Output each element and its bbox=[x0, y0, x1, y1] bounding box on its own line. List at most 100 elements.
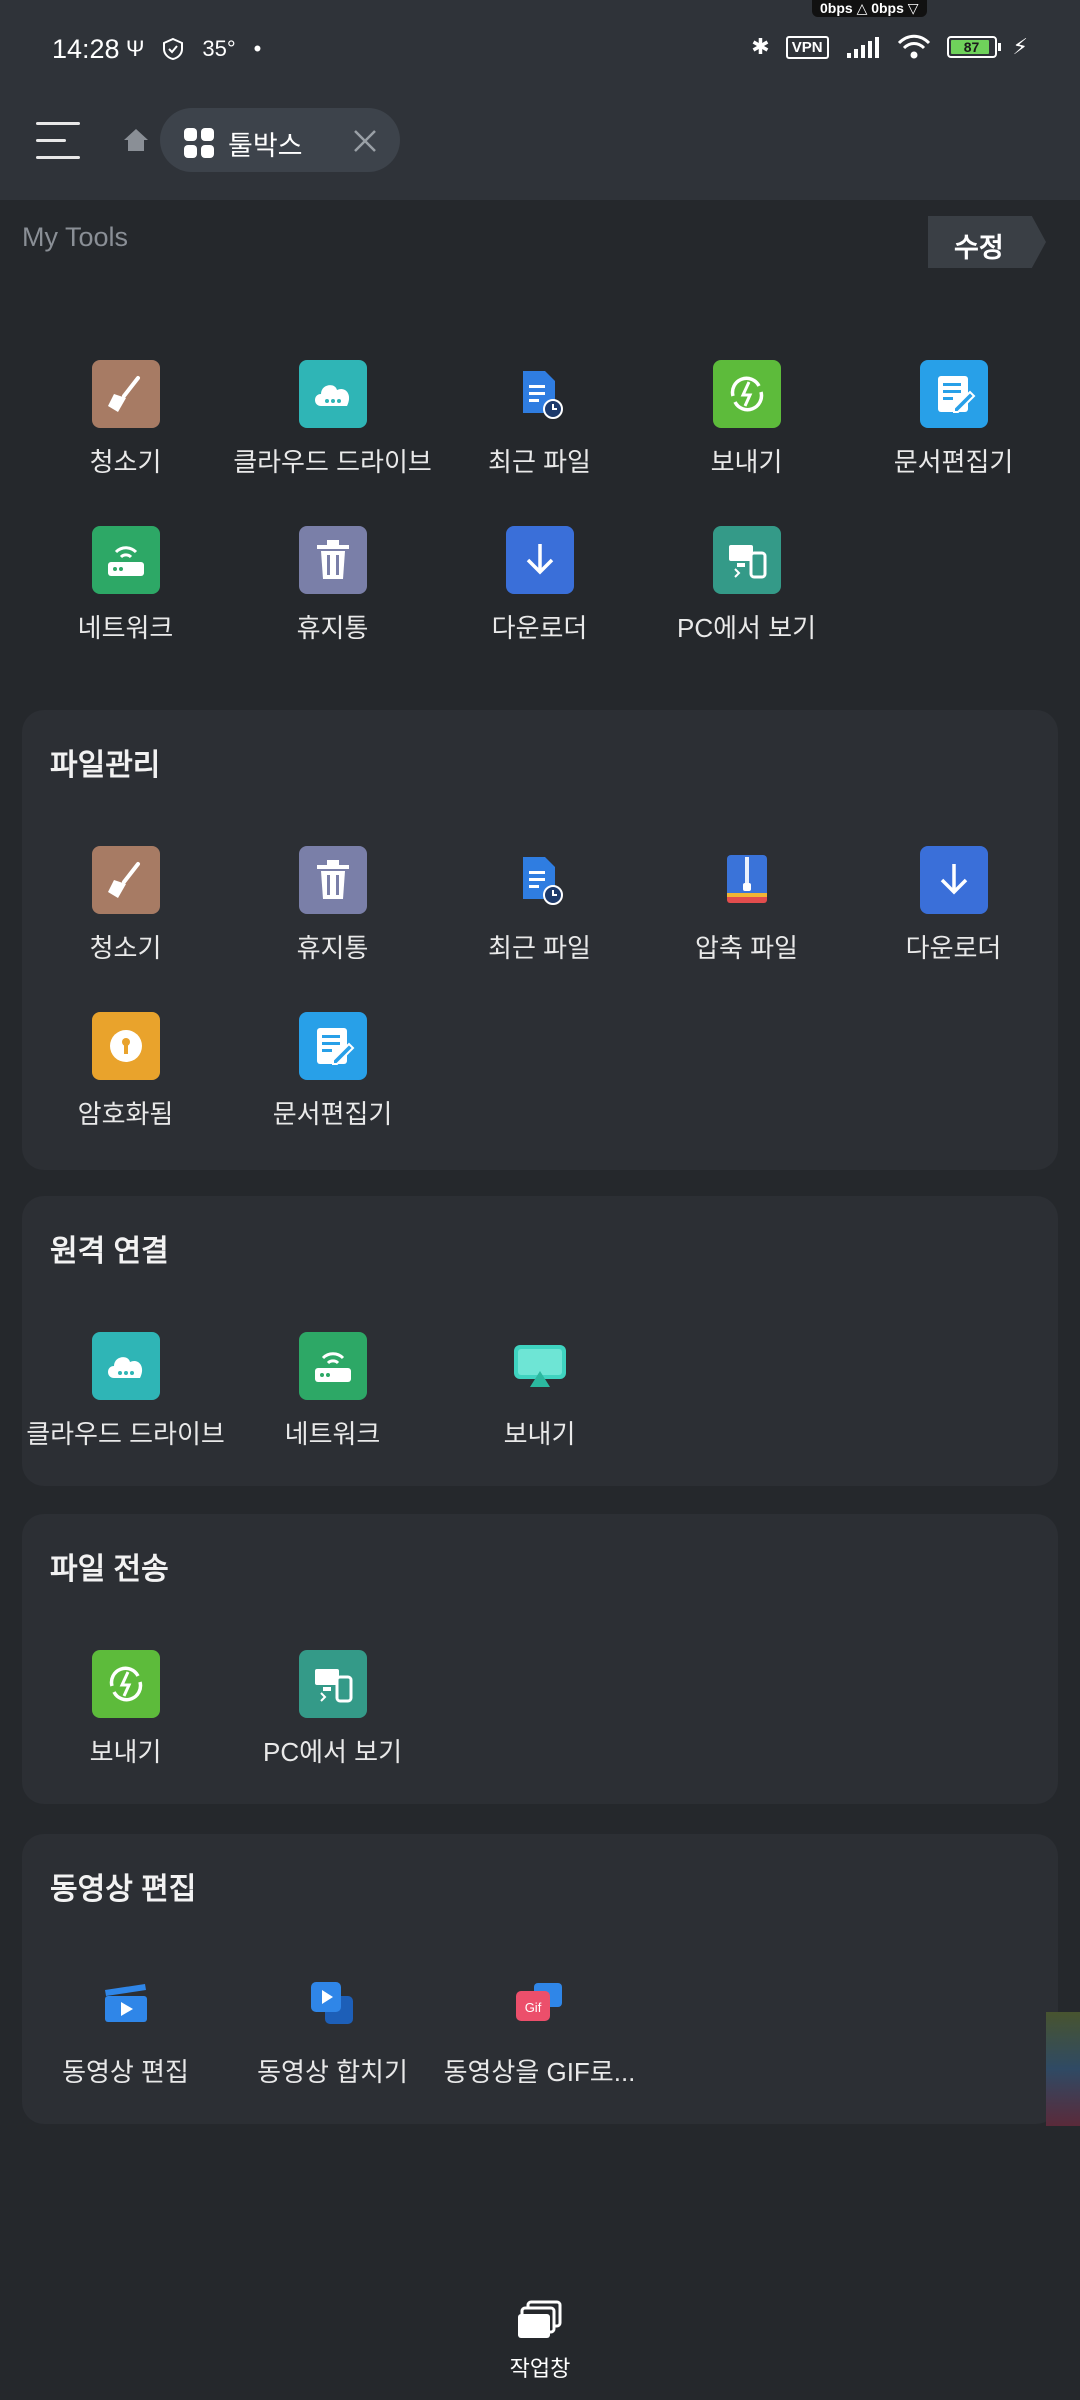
bluetooth-icon: ✱ bbox=[751, 34, 770, 59]
usb-icon: Ψ bbox=[126, 36, 145, 61]
tool-cloud[interactable]: 클라우드 드라이브 bbox=[229, 360, 436, 526]
cast-icon bbox=[506, 1332, 574, 1400]
tool-broom[interactable]: 청소기 bbox=[22, 846, 229, 1012]
recent-file-icon bbox=[506, 846, 574, 914]
download-icon bbox=[919, 846, 988, 914]
section-title: 파일 전송 bbox=[50, 1553, 169, 1586]
temperature: 35° bbox=[202, 36, 236, 61]
tool-label: 네트워크 bbox=[77, 613, 174, 643]
section-remote-connection: 원격 연결 클라우드 드라이브 네트워크 보내기 bbox=[22, 1196, 1058, 1486]
home-icon[interactable] bbox=[122, 126, 150, 154]
tool-network[interactable]: 네트워크 bbox=[22, 526, 229, 692]
windows-stack-icon bbox=[518, 2300, 562, 2338]
video-edit-icon bbox=[92, 1970, 160, 2038]
tool-label: 보내기 bbox=[503, 1419, 576, 1449]
lock-icon bbox=[91, 1012, 160, 1080]
tool-label: 암호화됨 bbox=[77, 1099, 174, 1129]
section-video-edit: 동영상 편집 동영상 편집 동영상 합치기 Gif 동영상을 GIF로... bbox=[22, 1834, 1058, 2124]
tool-label: 클라우드 드라이브 bbox=[233, 447, 432, 477]
section-grid: 클라우드 드라이브 네트워크 보내기 bbox=[22, 1332, 1057, 1498]
video-merge-icon bbox=[299, 1970, 367, 2038]
tool-cast[interactable]: 보내기 bbox=[436, 1332, 643, 1498]
status-right-icons: ✱ VPN 87 ⚡ bbox=[751, 34, 1028, 60]
edit-button[interactable]: 수정 bbox=[928, 216, 1046, 268]
network-icon bbox=[91, 526, 160, 594]
send-icon bbox=[91, 1650, 160, 1718]
download-icon bbox=[505, 526, 574, 594]
cloud-icon bbox=[91, 1332, 160, 1400]
tool-label: 휴지통 bbox=[296, 933, 369, 963]
tool-label: 최근 파일 bbox=[488, 933, 591, 963]
tool-zip[interactable]: 압축 파일 bbox=[643, 846, 850, 1012]
tab-toolbox[interactable]: 툴박스 bbox=[160, 108, 400, 172]
tool-recent-file[interactable]: 최근 파일 bbox=[436, 360, 643, 526]
broom-icon bbox=[91, 360, 160, 428]
status-time: 14:28 bbox=[52, 34, 120, 64]
tab-label: 툴박스 bbox=[228, 131, 303, 161]
network-icon bbox=[298, 1332, 367, 1400]
svg-text:Gif: Gif bbox=[524, 2000, 541, 2015]
my-tools-title: My Tools bbox=[22, 222, 129, 252]
tool-label: PC에서 보기 bbox=[262, 1737, 403, 1767]
section-file-management: 파일관리 청소기 휴지통 최근 파일 압축 파일 다운로더 암호화됨 문서편집기 bbox=[22, 710, 1058, 1170]
tool-lock[interactable]: 암호화됨 bbox=[22, 1012, 229, 1178]
close-icon[interactable] bbox=[352, 128, 378, 154]
tool-label: 문서편집기 bbox=[272, 1099, 393, 1129]
tool-label: 동영상 합치기 bbox=[257, 2057, 408, 2087]
cloud-icon bbox=[298, 360, 367, 428]
trash-icon bbox=[298, 526, 367, 594]
tool-send[interactable]: 보내기 bbox=[643, 360, 850, 526]
section-grid: 청소기 휴지통 최근 파일 압축 파일 다운로더암호화됨 문서편집기 bbox=[22, 846, 1057, 1178]
menu-icon[interactable] bbox=[36, 122, 80, 162]
net-speed: 0bps △ 0bps ▽ bbox=[812, 0, 927, 17]
tool-label: 압축 파일 bbox=[695, 933, 798, 963]
tool-label: 휴지통 bbox=[296, 613, 369, 643]
tool-gif[interactable]: Gif 동영상을 GIF로... bbox=[436, 1970, 643, 2136]
grid-icon bbox=[184, 128, 214, 158]
tool-label: 다운로더 bbox=[491, 613, 588, 643]
document-editor-icon bbox=[298, 1012, 367, 1080]
broom-icon bbox=[91, 846, 160, 914]
status-left-icons: Ψ 35° • bbox=[126, 36, 261, 62]
tool-label: 문서편집기 bbox=[893, 447, 1014, 477]
side-handle[interactable] bbox=[1046, 2012, 1080, 2126]
shield-icon bbox=[163, 37, 184, 61]
tool-video-edit[interactable]: 동영상 편집 bbox=[22, 1970, 229, 2136]
tool-recent-file[interactable]: 최근 파일 bbox=[436, 846, 643, 1012]
task-window-label: 작업창 bbox=[509, 2356, 571, 2381]
battery-icon: 87 bbox=[946, 36, 1001, 58]
tool-document-editor[interactable]: 문서편집기 bbox=[850, 360, 1057, 526]
task-window-button[interactable]: 작업창 bbox=[490, 2300, 590, 2383]
gif-icon: Gif bbox=[506, 1970, 574, 2038]
send-icon bbox=[712, 360, 781, 428]
tool-download[interactable]: 다운로더 bbox=[850, 846, 1057, 1012]
section-grid: 보내기 PC에서 보기 bbox=[22, 1650, 1057, 1816]
tool-broom[interactable]: 청소기 bbox=[22, 360, 229, 526]
tool-label: 동영상을 GIF로... bbox=[443, 2057, 636, 2087]
tool-send[interactable]: 보내기 bbox=[22, 1650, 229, 1816]
tool-cloud[interactable]: 클라우드 드라이브 bbox=[22, 1332, 229, 1498]
tool-trash[interactable]: 휴지통 bbox=[229, 526, 436, 692]
trash-icon bbox=[298, 846, 367, 914]
document-editor-icon bbox=[919, 360, 988, 428]
tool-label: 동영상 편집 bbox=[62, 2057, 189, 2087]
tool-pc-view[interactable]: PC에서 보기 bbox=[643, 526, 850, 692]
tool-download[interactable]: 다운로더 bbox=[436, 526, 643, 692]
recent-file-icon bbox=[506, 360, 574, 428]
tool-document-editor[interactable]: 문서편집기 bbox=[229, 1012, 436, 1178]
tool-pc-view[interactable]: PC에서 보기 bbox=[229, 1650, 436, 1816]
section-grid: 동영상 편집 동영상 합치기 Gif 동영상을 GIF로... bbox=[22, 1970, 1057, 2136]
tool-label: 클라우드 드라이브 bbox=[26, 1419, 225, 1449]
tool-label: 청소기 bbox=[89, 933, 162, 963]
tool-label: 청소기 bbox=[89, 447, 162, 477]
tool-trash[interactable]: 휴지통 bbox=[229, 846, 436, 1012]
status-bar: 0bps △ 0bps ▽ 14:28 Ψ 35° • ✱ VPN 87 ⚡ bbox=[0, 0, 1080, 100]
section-file-transfer: 파일 전송 보내기 PC에서 보기 bbox=[22, 1514, 1058, 1804]
tool-label: PC에서 보기 bbox=[676, 613, 817, 643]
vpn-badge: VPN bbox=[785, 35, 829, 59]
tool-label: 보내기 bbox=[89, 1737, 162, 1767]
top-bar: 툴박스 bbox=[0, 100, 1080, 200]
signal-icon bbox=[846, 37, 879, 58]
tool-network[interactable]: 네트워크 bbox=[229, 1332, 436, 1498]
tool-video-merge[interactable]: 동영상 합치기 bbox=[229, 1970, 436, 2136]
